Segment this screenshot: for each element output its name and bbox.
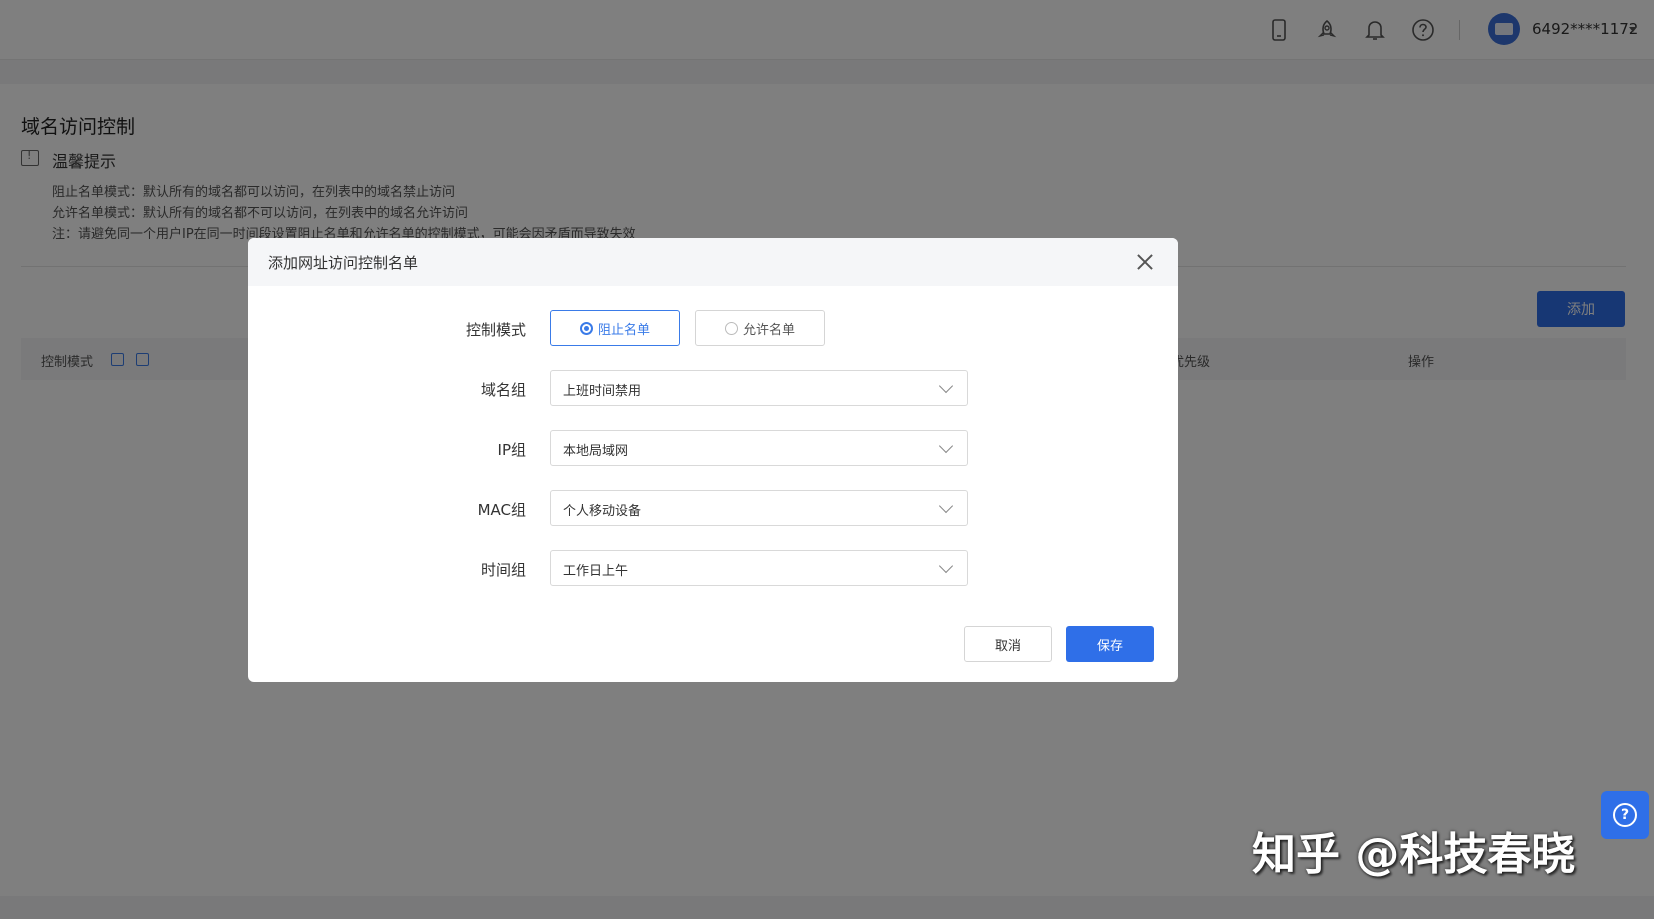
chevron-down-icon xyxy=(938,438,954,454)
cancel-button[interactable]: 取消 xyxy=(964,626,1052,662)
chevron-down-icon xyxy=(938,498,954,514)
ip-group-select[interactable]: 本地局域网 xyxy=(550,430,968,466)
dialog-title: 添加网址访问控制名单 xyxy=(268,254,419,272)
select-value: 本地局域网 xyxy=(563,444,629,459)
domain-group-label: 域名组 xyxy=(480,381,526,399)
radio-label: 允许名单 xyxy=(743,322,796,338)
select-value: 个人移动设备 xyxy=(563,504,642,519)
radio-unselected-icon xyxy=(725,321,738,335)
select-value: 工作日上午 xyxy=(563,564,629,579)
floating-help-button[interactable]: ? xyxy=(1601,791,1649,839)
watermark: 知乎 @科技春晓 xyxy=(1252,829,1576,880)
mac-group-label: MAC组 xyxy=(477,501,526,519)
radio-selected-icon xyxy=(580,321,593,335)
radio-allow-list[interactable]: 允许名单 xyxy=(695,310,825,346)
close-icon[interactable] xyxy=(1134,251,1156,273)
add-url-control-dialog: 添加网址访问控制名单 控制模式 阻止名单 允许名单 域名组 上班时间禁用 IP组… xyxy=(248,238,1178,682)
ip-group-label: IP组 xyxy=(497,441,526,459)
time-group-label: 时间组 xyxy=(480,561,526,579)
chevron-down-icon xyxy=(938,558,954,574)
select-value: 上班时间禁用 xyxy=(563,384,642,399)
radio-block-list[interactable]: 阻止名单 xyxy=(550,310,680,346)
time-group-select[interactable]: 工作日上午 xyxy=(550,550,968,586)
mac-group-select[interactable]: 个人移动设备 xyxy=(550,490,968,526)
dialog-header: 添加网址访问控制名单 xyxy=(248,238,1178,286)
mode-label: 控制模式 xyxy=(465,321,526,339)
help-icon: ? xyxy=(1613,803,1637,827)
chevron-down-icon xyxy=(938,378,954,394)
radio-label: 阻止名单 xyxy=(598,322,651,338)
domain-group-select[interactable]: 上班时间禁用 xyxy=(550,370,968,406)
save-button[interactable]: 保存 xyxy=(1066,626,1154,662)
